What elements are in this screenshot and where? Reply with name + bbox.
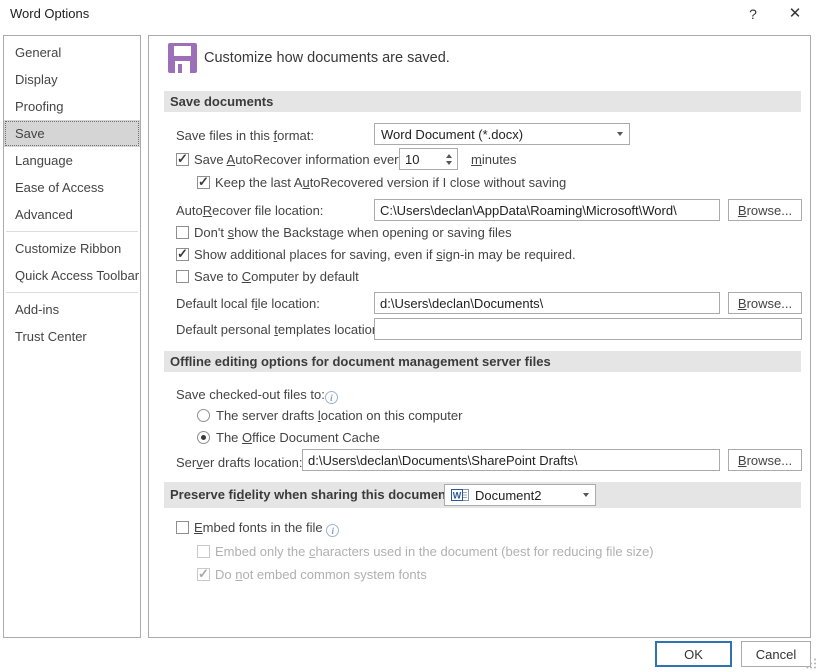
server-drafts-location-input[interactable] [302, 449, 720, 471]
dialog-title: Word Options [10, 6, 89, 21]
fidelity-document-dropdown[interactable]: W Document2 [444, 484, 596, 506]
sidebar-divider [6, 231, 138, 232]
close-icon[interactable]: ✕ [782, 2, 808, 26]
svg-text:W: W [453, 491, 462, 501]
cancel-button[interactable]: Cancel [741, 641, 811, 667]
sidebar-item-proofing[interactable]: Proofing [4, 93, 140, 120]
default-local-browse-button[interactable]: Browse... [728, 292, 802, 314]
autorecover-location-label: AutoRecover file location: [176, 203, 323, 218]
sidebar-item-quick-access-toolbar[interactable]: Quick Access Toolbar [4, 262, 140, 289]
info-icon[interactable]: i [325, 391, 338, 404]
help-icon[interactable]: ? [741, 2, 765, 26]
show-additional-places-label[interactable]: Show additional places for saving, even … [194, 247, 576, 262]
server-drafts-radio-label[interactable]: The server drafts location on this compu… [216, 408, 462, 423]
autorecover-location-input[interactable] [374, 199, 720, 221]
format-label: Save files in this format: [176, 128, 314, 143]
preserve-fidelity-label: Preserve fidelity when sharing this docu… [170, 487, 455, 502]
section-header-preserve-fidelity: Preserve fidelity when sharing this docu… [164, 482, 801, 508]
no-common-fonts-label: Do not embed common system fonts [215, 567, 427, 582]
minutes-label: minutes [471, 152, 517, 167]
no-common-fonts-checkbox [197, 568, 210, 581]
save-format-dropdown[interactable]: Word Document (*.docx) [374, 123, 630, 145]
word-document-icon: W [451, 488, 470, 502]
stepper-up-icon[interactable] [446, 154, 452, 158]
sidebar-item-add-ins[interactable]: Add-ins [4, 296, 140, 323]
show-additional-places-checkbox[interactable] [176, 248, 189, 261]
embed-fonts-label[interactable]: Embed fonts in the file i [194, 520, 339, 537]
page-title: Customize how documents are saved. [204, 50, 450, 66]
dont-show-backstage-label[interactable]: Don't show the Backstage when opening or… [194, 225, 512, 240]
word-options-dialog: Word Options ? ✕ General Display Proofin… [0, 0, 819, 672]
sidebar-divider [6, 292, 138, 293]
sidebar-item-advanced[interactable]: Advanced [4, 201, 140, 228]
checked-out-files-label: Save checked-out files to:i [176, 387, 338, 404]
save-to-computer-label[interactable]: Save to Computer by default [194, 269, 359, 284]
embed-characters-label: Embed only the characters used in the do… [215, 544, 654, 559]
server-drafts-browse-button[interactable]: Browse... [728, 449, 802, 471]
office-document-cache-radio[interactable] [197, 431, 210, 444]
stepper-down-icon[interactable] [446, 161, 452, 165]
server-drafts-location-label: Server drafts location: [176, 455, 302, 470]
default-local-location-input[interactable] [374, 292, 720, 314]
fidelity-document-value: Document2 [475, 488, 541, 503]
dont-show-backstage-checkbox[interactable] [176, 226, 189, 239]
autorecover-browse-button[interactable]: Browse... [728, 199, 802, 221]
sidebar-item-display[interactable]: Display [4, 66, 140, 93]
sidebar-item-save[interactable]: Save [4, 120, 140, 147]
sidebar-item-general[interactable]: General [4, 39, 140, 66]
ok-button[interactable]: OK [655, 641, 732, 667]
embed-characters-checkbox [197, 545, 210, 558]
default-local-location-label: Default local file location: [176, 296, 320, 311]
sidebar: General Display Proofing Save Language E… [3, 35, 141, 638]
section-header-offline-editing: Offline editing options for document man… [164, 351, 801, 372]
resize-grip[interactable] [806, 658, 817, 669]
save-format-value: Word Document (*.docx) [381, 127, 523, 142]
chevron-down-icon [617, 132, 623, 136]
server-drafts-radio[interactable] [197, 409, 210, 422]
save-to-computer-checkbox[interactable] [176, 270, 189, 283]
stepper-arrows[interactable] [441, 154, 457, 165]
sidebar-item-customize-ribbon[interactable]: Customize Ribbon [4, 235, 140, 262]
chevron-down-icon [583, 493, 589, 497]
sidebar-item-language[interactable]: Language [4, 147, 140, 174]
save-options-panel: Customize how documents are saved. Save … [148, 35, 811, 638]
keep-last-autorecovered-label[interactable]: Keep the last AutoRecovered version if I… [215, 175, 566, 190]
office-document-cache-radio-label[interactable]: The Office Document Cache [216, 430, 380, 445]
autorecover-checkbox-label[interactable]: Save AutoRecover information every [194, 152, 405, 167]
autorecover-minutes-stepper[interactable]: 10 [399, 148, 458, 170]
section-header-save-documents: Save documents [164, 91, 801, 112]
default-templates-location-input[interactable] [374, 318, 802, 340]
embed-fonts-checkbox[interactable] [176, 521, 189, 534]
sidebar-item-trust-center[interactable]: Trust Center [4, 323, 140, 350]
autorecover-minutes-value: 10 [405, 152, 419, 167]
sidebar-item-ease-of-access[interactable]: Ease of Access [4, 174, 140, 201]
save-floppy-icon [168, 43, 197, 73]
keep-last-autorecovered-checkbox[interactable] [197, 176, 210, 189]
info-icon[interactable]: i [326, 524, 339, 537]
default-templates-location-label: Default personal templates location: [176, 322, 383, 337]
autorecover-checkbox[interactable] [176, 153, 189, 166]
